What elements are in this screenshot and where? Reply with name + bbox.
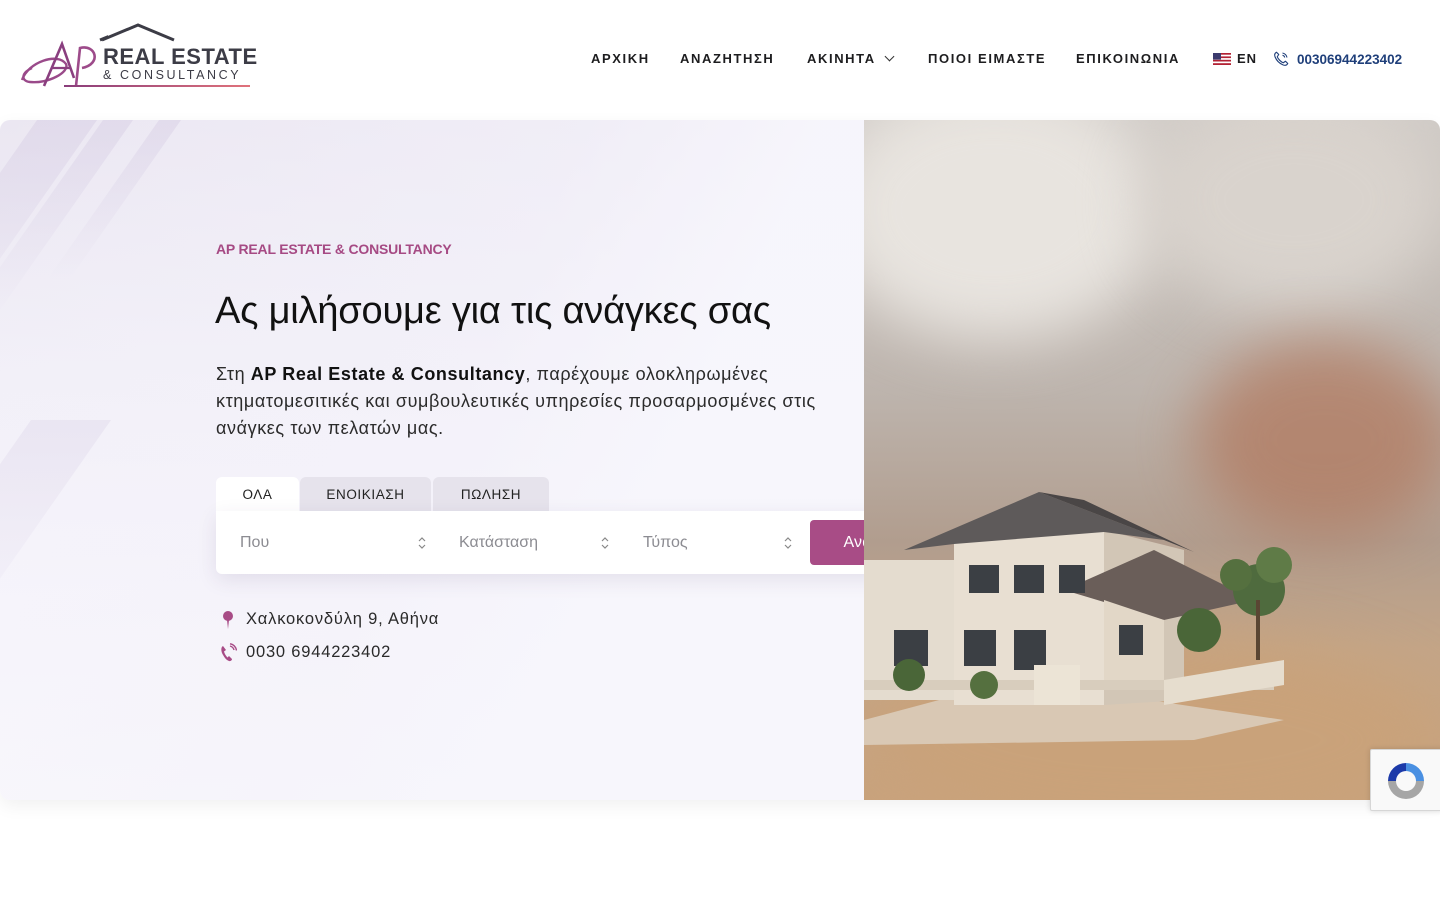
roof-icon xyxy=(102,23,175,42)
recaptcha-badge[interactable] xyxy=(1370,749,1440,811)
nav-item-properties[interactable]: ΑΚΙΝΗΤΑ xyxy=(807,51,895,66)
hero-desc-brand: AP Real Estate & Consultancy xyxy=(250,364,526,384)
nav-item-about[interactable]: ΠΟΙΟΙ ΕΙΜΑΣΤΕ xyxy=(928,51,1046,66)
status-select-value: Κατάσταση xyxy=(459,533,539,551)
nav-item-properties-label: ΑΚΙΝΗΤΑ xyxy=(807,51,876,66)
header-phone-link[interactable]: 00306944223402 xyxy=(1297,52,1402,67)
phone-text[interactable]: 0030 6944223402 xyxy=(246,643,391,662)
nav-item-search[interactable]: ΑΝΑΖΗΤΗΣΗ xyxy=(680,51,774,66)
tab-sale[interactable]: ΠΩΛΗΣΗ xyxy=(433,477,549,512)
type-select[interactable]: Τύπος xyxy=(643,511,793,574)
hero-desc-prefix: Στη xyxy=(216,364,251,384)
recaptcha-icon xyxy=(1388,763,1424,799)
tab-rent[interactable]: ΕΝΟΙΚΙΑΣΗ xyxy=(300,477,431,512)
hero-title: Ας μιλήσουμε για τις ανάγκες σας xyxy=(215,290,771,332)
select-arrows-icon xyxy=(784,537,792,549)
site-header: REAL ESTATE & CONSULTANCY ΑΡΧΙΚΗ ΑΝΑΖΗΤΗ… xyxy=(0,0,1440,120)
nav-item-contact[interactable]: ΕΠΙΚΟΙΝΩΝΙΑ xyxy=(1076,51,1180,66)
map-pin-icon xyxy=(223,611,233,629)
hero-eyebrow: AP REAL ESTATE & CONSULTANCY xyxy=(216,241,452,257)
hero-left-panel: AP REAL ESTATE & CONSULTANCY Ας μιλήσουμ… xyxy=(0,120,964,800)
hero-section: AP REAL ESTATE & CONSULTANCY Ας μιλήσουμ… xyxy=(0,120,1440,800)
logo-underline xyxy=(64,85,250,87)
house-illustration xyxy=(864,492,1292,745)
bg-decoration xyxy=(0,420,112,680)
phone-ringing-icon xyxy=(221,643,237,662)
phone-icon xyxy=(1274,51,1289,66)
select-arrows-icon xyxy=(601,537,609,549)
status-select[interactable]: Κατάσταση xyxy=(459,511,609,574)
type-select-value: Τύπος xyxy=(643,533,688,551)
hero-description: Στη AP Real Estate & Consultancy, παρέχο… xyxy=(216,361,856,442)
language-switch[interactable]: EN xyxy=(1237,51,1257,66)
select-arrows-icon xyxy=(418,537,426,549)
us-flag-icon[interactable] xyxy=(1213,53,1231,65)
location-select-value: Που xyxy=(240,533,270,551)
house-model-image xyxy=(864,120,1440,800)
address-text: Χαλκοκονδύλη 9, Αθήνα xyxy=(246,610,440,628)
main-nav: ΑΡΧΙΚΗ ΑΝΑΖΗΤΗΣΗ ΑΚΙΝΗΤΑ ΠΟΙΟΙ ΕΙΜΑΣΤΕ Ε… xyxy=(0,51,1440,71)
search-form: Που Κατάσταση Τύπος Αναζήτηση xyxy=(216,511,964,574)
chevron-down-icon xyxy=(884,51,895,62)
location-select[interactable]: Που xyxy=(240,511,430,574)
nav-item-home[interactable]: ΑΡΧΙΚΗ xyxy=(591,51,650,66)
tab-all[interactable]: ΟΛΑ xyxy=(216,477,299,512)
